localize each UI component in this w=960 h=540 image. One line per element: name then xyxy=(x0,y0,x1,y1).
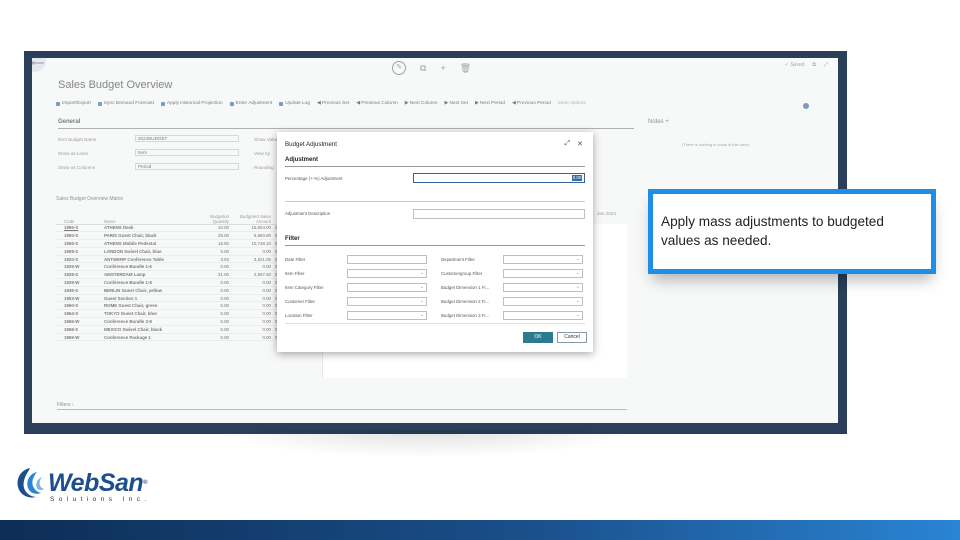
filter-right-field[interactable]: ⌄ xyxy=(503,255,583,264)
filter-right-field[interactable]: ⌄ xyxy=(503,269,583,278)
close-icon[interactable]: ✕ xyxy=(577,140,583,148)
chevron-down-icon: ⌄ xyxy=(575,284,580,290)
filter-right-label: Customergroup Filter xyxy=(441,271,483,276)
adjustment-divider xyxy=(285,166,585,167)
chevron-down-icon: ⌄ xyxy=(419,312,424,318)
filter-divider xyxy=(285,245,585,246)
logo-brand: WebSan® xyxy=(48,469,151,497)
registered-mark: ® xyxy=(143,480,148,486)
filter-right-label: Budget Dimension 1 Fi... xyxy=(441,285,490,290)
callout-text: Apply mass adjustments to budgeted value… xyxy=(661,214,884,248)
filter-right-label: Budget Dimension 3 Fi... xyxy=(441,313,490,318)
filter-left-label: Date Filter xyxy=(285,257,306,262)
callout-box: Apply mass adjustments to budgeted value… xyxy=(648,189,936,274)
filter-left-field[interactable]: ⌄ xyxy=(347,269,427,278)
dialog-controls: ⤢ ✕ xyxy=(565,140,583,148)
filter-right-label: Department Filter xyxy=(441,257,475,262)
filter-left-label: Location Filter xyxy=(285,313,313,318)
percentage-label: Percentage (+-%) Adjustment xyxy=(285,176,343,181)
percentage-adjustment-input[interactable]: 0.00 xyxy=(413,173,585,183)
filter-left-label: Item Category Filter xyxy=(285,285,324,290)
chevron-down-icon: ⌄ xyxy=(419,298,424,304)
dialog-title: Budget Adjustment xyxy=(285,141,337,148)
slide: ⟵ ✎ ⧉ + 🗑 ✓ Saved ⧉ ⤢ Sales Budget Overv… xyxy=(0,0,960,540)
websan-logo: WebSan® Solutions Inc. xyxy=(15,466,151,503)
chevron-down-icon: ⌄ xyxy=(575,298,580,304)
filter-section-title: Filter xyxy=(285,236,300,242)
filter-right-field[interactable]: ⌄ xyxy=(503,297,583,306)
websan-swirl-icon xyxy=(17,468,44,498)
chevron-down-icon: ⌄ xyxy=(575,312,580,318)
frame-shadow xyxy=(215,430,635,458)
logo-tagline: Solutions Inc. xyxy=(50,496,151,503)
filter-right-label: Budget Dimension 2 Fi... xyxy=(441,299,490,304)
description-label: Adjustment Description xyxy=(285,211,331,216)
filter-left-label: Item Filter xyxy=(285,271,305,276)
brand-name: WebSan xyxy=(48,469,144,497)
ok-button[interactable]: OK xyxy=(523,332,553,343)
chevron-down-icon: ⌄ xyxy=(575,256,580,262)
filter-left-field[interactable]: ⌄ xyxy=(347,283,427,292)
adjustment-section-title: Adjustment xyxy=(285,157,318,163)
bottom-gradient-bar xyxy=(0,520,960,540)
logo-text: WebSan® Solutions Inc. xyxy=(48,469,151,504)
filter-left-field[interactable]: ⌄ xyxy=(347,311,427,320)
filter-right-field[interactable]: ⌄ xyxy=(503,283,583,292)
filter-right-field[interactable]: ⌄ xyxy=(503,311,583,320)
cancel-button[interactable]: Cancel xyxy=(557,332,587,343)
budget-adjustment-dialog: Budget Adjustment ⤢ ✕ Adjustment Percent… xyxy=(277,132,593,352)
footer-divider xyxy=(285,323,585,324)
chevron-down-icon: ⌄ xyxy=(419,270,424,276)
adjustment-description-input[interactable] xyxy=(413,209,585,219)
chevron-down-icon: ⌄ xyxy=(575,270,580,276)
filter-left-field[interactable]: ⌄ xyxy=(347,297,427,306)
chevron-down-icon: ⌄ xyxy=(419,284,424,290)
mid-divider xyxy=(285,201,585,202)
filter-left-field[interactable] xyxy=(347,255,427,264)
filter-left-label: Customer Filter xyxy=(285,299,316,304)
expand-dialog-icon[interactable]: ⤢ xyxy=(565,140,571,148)
percentage-value: 0.00 xyxy=(572,175,582,181)
